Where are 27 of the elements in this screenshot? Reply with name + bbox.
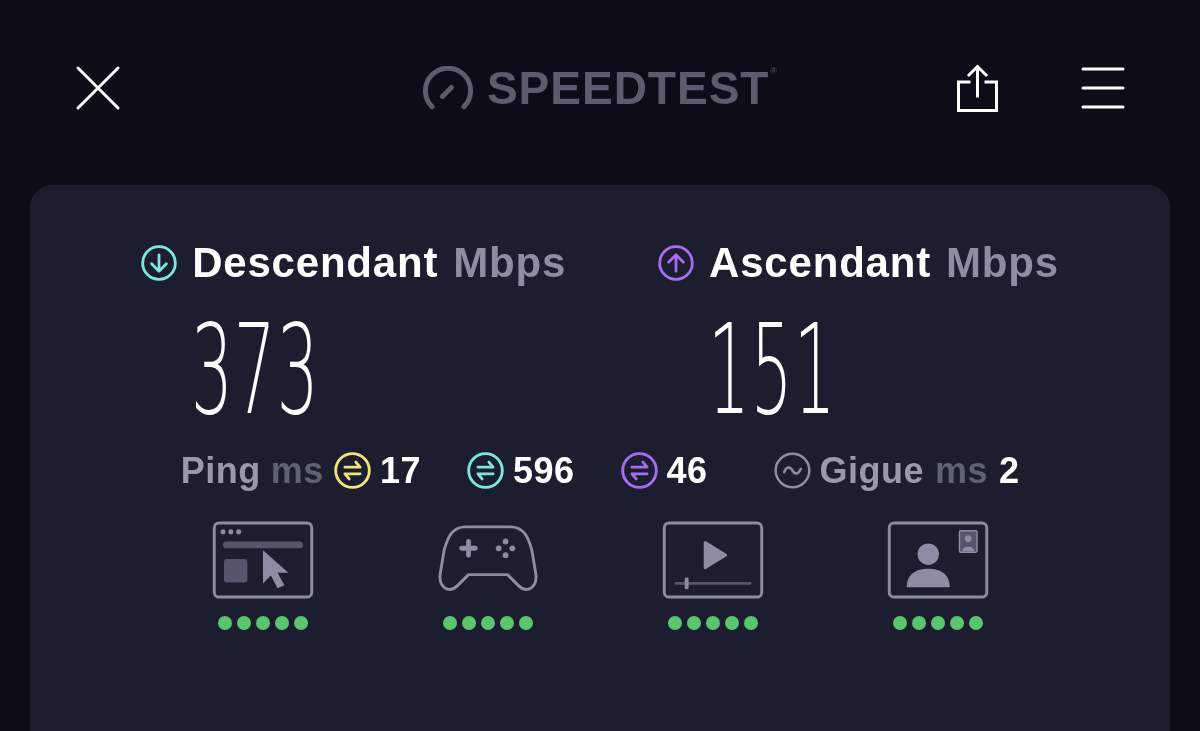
gauge-icon bbox=[422, 66, 473, 110]
ping-value: 596 bbox=[512, 452, 575, 489]
share-icon bbox=[956, 63, 999, 113]
speed-value: 151 bbox=[708, 308, 837, 432]
menu-button[interactable] bbox=[1081, 67, 1125, 109]
speed-unit: Mbps bbox=[453, 242, 567, 284]
speed-label: Descendant bbox=[192, 242, 439, 284]
ping-value: 46 bbox=[666, 452, 708, 489]
ping-label: Ping bbox=[180, 452, 261, 489]
speed-label: Ascendant bbox=[709, 242, 931, 284]
jitter-label: Gigue bbox=[819, 452, 925, 489]
video-call-person-icon bbox=[885, 521, 990, 599]
share-button[interactable] bbox=[956, 63, 999, 113]
close-button[interactable] bbox=[75, 65, 121, 111]
logo-text: SPEEDTEST bbox=[486, 65, 770, 111]
speed-value: 373 bbox=[191, 308, 320, 432]
video-player-icon bbox=[660, 521, 765, 599]
jitter-value: 2 bbox=[999, 452, 1020, 489]
speed-unit: Mbps bbox=[946, 242, 1059, 284]
ping-unit: ms bbox=[270, 452, 324, 489]
menu-icon bbox=[1081, 67, 1125, 109]
browser-cursor-icon bbox=[210, 521, 315, 599]
jitter-unit: ms bbox=[935, 452, 989, 489]
ping-value: 17 bbox=[379, 452, 421, 489]
registered-mark: ® bbox=[770, 67, 778, 76]
close-icon bbox=[75, 65, 121, 111]
jitter-wave-icon bbox=[773, 452, 811, 489]
